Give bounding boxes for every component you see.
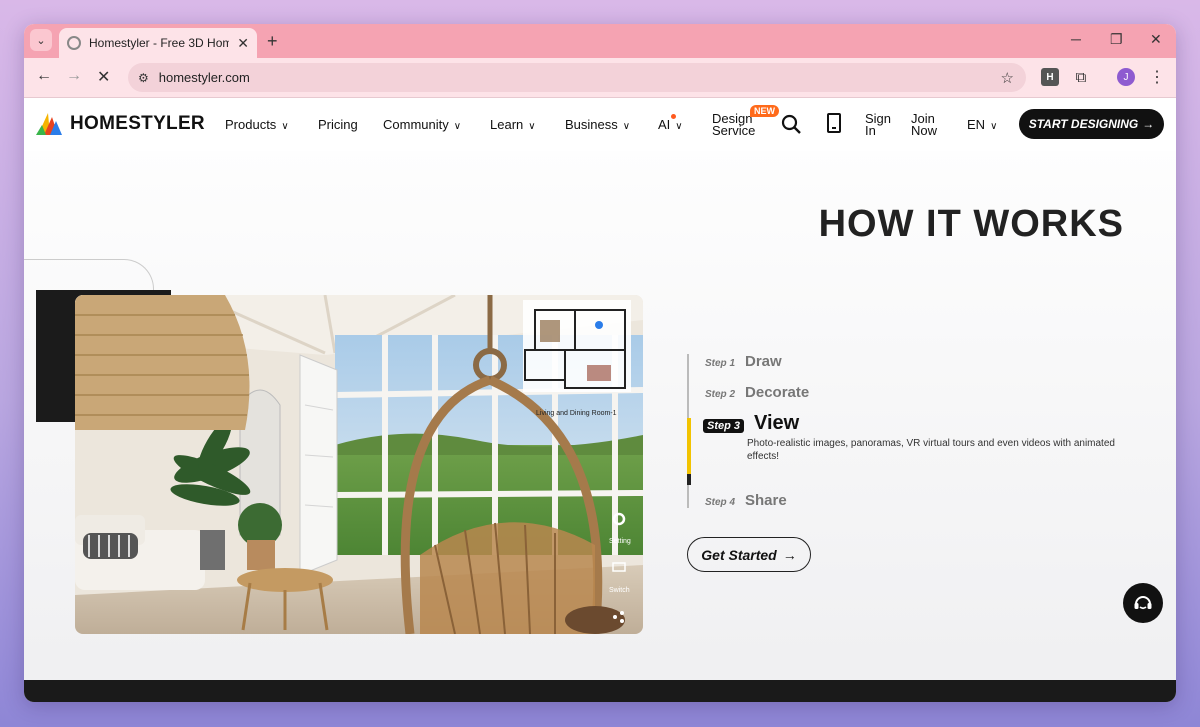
arrow-right-icon: → (1142, 117, 1155, 131)
language-label: EN (967, 117, 986, 132)
step-name: Decorate (745, 384, 810, 401)
close-tab-icon[interactable]: ✕ (237, 35, 249, 52)
site-header: HOMESTYLER Products ∨ Pricing Community ∨ … (24, 99, 1176, 151)
extension-h-icon[interactable]: H (1041, 68, 1059, 86)
nav-sign-in[interactable]: Sign In (865, 112, 891, 138)
step-draw[interactable]: Step 1 Draw (705, 353, 782, 370)
start-designing-button[interactable]: START DESIGNING → (1019, 109, 1164, 139)
step-decorate[interactable]: Step 2 Decorate (705, 384, 809, 401)
restore-button[interactable]: ❐ (1110, 31, 1123, 48)
step-name: View (754, 412, 800, 434)
step-share[interactable]: Step 4 Share (705, 492, 787, 509)
minimize-button[interactable]: ─ (1071, 31, 1081, 47)
step-name: Share (745, 492, 787, 509)
bookmark-star-icon[interactable]: ☆ (1001, 69, 1014, 87)
close-window-button[interactable]: ✕ (1150, 31, 1162, 48)
loading-icon (67, 36, 81, 50)
address-bar[interactable]: ⚙ homestyler.com ☆ (128, 63, 1026, 92)
footer-bar (24, 680, 1176, 702)
nav-community[interactable]: Community ∨ (383, 117, 461, 132)
nav-community-label: Community (383, 117, 449, 132)
step-view[interactable]: Step 3 View (703, 412, 799, 435)
active-step-indicator (687, 418, 691, 474)
nav-join-now[interactable]: Join Now (911, 112, 938, 138)
url-text: homestyler.com (158, 70, 250, 85)
step-number: Step 4 (705, 497, 736, 508)
tablet-app-icon[interactable] (827, 113, 841, 133)
nav-ai-label: AI (658, 117, 671, 132)
arrow-right-icon: → (782, 546, 797, 563)
chevron-down-icon: ∨ (281, 121, 289, 132)
homestyler-logo[interactable]: HOMESTYLER (36, 111, 205, 137)
site-info-icon[interactable]: ⚙ (138, 71, 149, 85)
how-it-works-heading: HOW IT WORKS (818, 203, 1124, 245)
kebab-menu-icon[interactable]: ⋮ (1148, 68, 1166, 86)
nav-ai[interactable]: AI ∨ (658, 114, 683, 132)
get-started-label: Get Started (701, 546, 777, 563)
get-started-button[interactable]: Get Started → (687, 537, 811, 572)
forward-icon[interactable]: → (66, 67, 82, 85)
logo-text: HOMESTYLER (70, 113, 205, 134)
tab-homestyler[interactable]: Homestyler - Free 3D Home De ✕ (59, 28, 257, 58)
chevron-down-icon: ∨ (528, 121, 536, 132)
step-number: Step 2 (705, 389, 736, 400)
design-service-line2: Service (712, 123, 756, 138)
chevron-down-icon: ⌄ (36, 34, 46, 47)
step-progress-marker (687, 474, 691, 485)
page-content: HOMESTYLER Products ∨ Pricing Community ∨ … (24, 99, 1176, 702)
tab-search-button[interactable]: ⌄ (30, 29, 52, 51)
nav-products[interactable]: Products ∨ (225, 117, 289, 132)
setting-label: Setting (609, 538, 631, 545)
new-tab-button[interactable]: + (267, 31, 278, 52)
start-designing-label: START DESIGNING (1028, 117, 1139, 131)
nav-learn-label: Learn (490, 117, 524, 132)
sign-in-line2: In (865, 123, 876, 138)
chevron-down-icon: ∨ (622, 121, 631, 132)
step-view-description: Photo-realistic images, panoramas, VR vi… (747, 438, 1115, 462)
profile-avatar[interactable]: J (1117, 68, 1135, 86)
nav-products-label: Products (225, 117, 277, 132)
new-badge: NEW (750, 105, 779, 117)
room-scene-illustration: Living and Dining Room-1 Setting Switch (75, 295, 643, 634)
chevron-down-icon: ∨ (675, 121, 683, 132)
back-icon[interactable]: ← (36, 67, 52, 85)
browser-window: ⌄ Homestyler - Free 3D Home De ✕ + ─ ❐ ✕… (24, 24, 1176, 702)
browser-toolbar: ← → ✕ ⚙ homestyler.com ☆ H ⧉ J ⋮ (24, 58, 1176, 98)
nav-business-label: Business (565, 117, 618, 132)
logo-mark-icon (36, 113, 62, 135)
step-number: Step 1 (705, 358, 736, 369)
step-name: Draw (745, 353, 782, 370)
headset-icon (1134, 596, 1152, 610)
chevron-down-icon: ∨ (453, 121, 462, 132)
language-selector[interactable]: EN ∨ (967, 117, 997, 132)
stop-loading-icon[interactable]: ✕ (97, 67, 110, 87)
nav-pricing[interactable]: Pricing (318, 117, 358, 132)
switch-label: Switch (609, 587, 630, 594)
nav-learn[interactable]: Learn ∨ (490, 117, 536, 132)
tab-strip: ⌄ Homestyler - Free 3D Home De ✕ + ─ ❐ ✕ (24, 24, 1176, 58)
nav-pricing-label: Pricing (318, 117, 358, 132)
chevron-down-icon: ∨ (990, 121, 998, 132)
room-label: Living and Dining Room-1 (536, 410, 617, 417)
room-render-image: Living and Dining Room-1 Setting Switch (75, 295, 643, 634)
search-icon[interactable] (781, 114, 801, 134)
nav-design-service[interactable]: Design Service (712, 112, 756, 138)
join-now-line2: Now (911, 123, 938, 138)
support-chat-button[interactable] (1123, 583, 1163, 623)
ai-notification-dot (671, 114, 676, 119)
tab-title: Homestyler - Free 3D Home De (89, 36, 229, 50)
extensions-puzzle-icon[interactable]: ⧉ (1072, 68, 1090, 86)
step-number: Step 3 (703, 419, 745, 433)
nav-business[interactable]: Business ∨ (565, 117, 630, 132)
